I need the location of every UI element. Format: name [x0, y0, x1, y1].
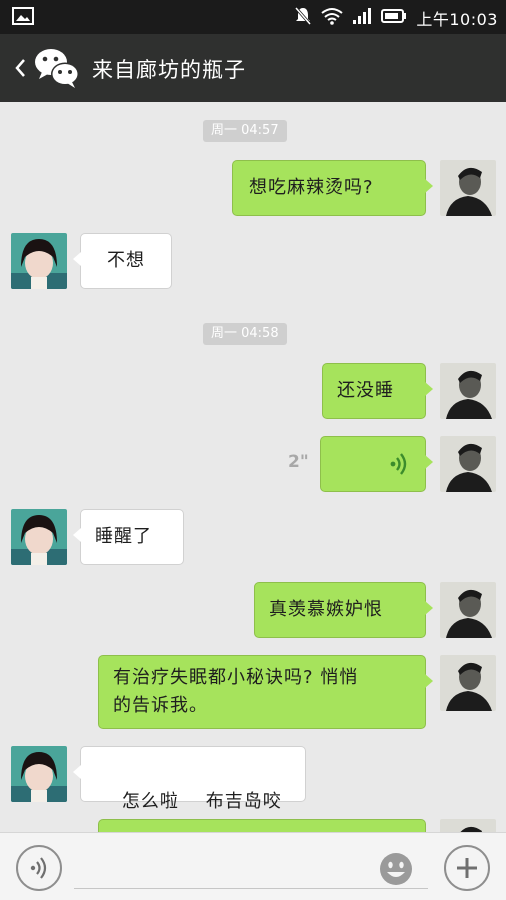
plus-icon[interactable] — [444, 845, 490, 891]
message-bubble-incoming[interactable]: 不想 — [73, 233, 172, 289]
clock-time: 上午10:03 — [416, 10, 498, 29]
back-chevron-icon[interactable] — [10, 52, 30, 84]
status-bar: 上午10:03 — [0, 0, 506, 34]
mute-icon — [294, 6, 312, 30]
signal-icon — [352, 7, 372, 29]
message-text: 想吃麻辣烫吗? — [249, 177, 374, 198]
emoji-icon[interactable] — [378, 851, 414, 887]
my-avatar[interactable] — [440, 655, 496, 711]
my-avatar[interactable] — [440, 819, 496, 832]
voice-wave-icon — [389, 452, 409, 485]
message-bubble-outgoing[interactable]: 想吃麻辣烫吗? — [232, 160, 433, 216]
message-bubble-outgoing[interactable] — [98, 819, 426, 832]
message-text-line: 有治疗失眠都小秘诀吗? 悄悄 — [113, 667, 359, 688]
timestamp: 周一 04:58 — [203, 323, 287, 345]
my-avatar[interactable] — [440, 582, 496, 638]
message-text: 怎么啦 布吉岛咬 — [121, 791, 282, 812]
message-text: 睡醒了 — [95, 526, 152, 547]
input-bar — [0, 832, 506, 900]
chat-header: 来自廊坊的瓶子 — [0, 34, 506, 102]
chat-title: 来自廊坊的瓶子 — [92, 58, 246, 82]
voice-message-bubble[interactable] — [320, 436, 433, 492]
voice-duration: 2" — [288, 452, 309, 472]
voice-mode-icon[interactable] — [16, 845, 62, 891]
message-bubble-incoming[interactable]: 怎么啦 布吉岛咬 — [73, 746, 306, 812]
contact-avatar[interactable] — [11, 509, 67, 565]
wifi-icon — [321, 7, 343, 29]
my-avatar[interactable] — [440, 363, 496, 419]
my-avatar[interactable] — [440, 436, 496, 492]
contact-avatar[interactable] — [11, 233, 67, 289]
message-text: 还没睡 — [337, 380, 394, 401]
message-bubble-incoming[interactable]: 睡醒了 — [73, 509, 184, 565]
message-bubble-outgoing[interactable]: 有治疗失眠都小秘诀吗? 悄悄 的告诉我。 — [98, 655, 433, 729]
message-input[interactable] — [74, 847, 428, 889]
message-text: 真羡慕嫉妒恨 — [269, 599, 383, 620]
wechat-logo-icon — [34, 47, 80, 93]
contact-avatar[interactable] — [11, 746, 67, 802]
message-text-line: 的告诉我。 — [113, 695, 208, 716]
message-text: 不想 — [107, 250, 145, 271]
message-bubble-outgoing[interactable]: 真羡慕嫉妒恨 — [254, 582, 433, 638]
my-avatar[interactable] — [440, 160, 496, 216]
battery-icon — [381, 8, 407, 28]
image-icon — [12, 7, 34, 29]
chat-message-list[interactable]: 周一 04:57 想吃麻辣烫吗? 不想 周一 04:58 还没睡 2" 睡醒了 … — [0, 102, 506, 832]
timestamp: 周一 04:57 — [203, 120, 287, 142]
message-bubble-outgoing[interactable]: 还没睡 — [322, 363, 433, 419]
